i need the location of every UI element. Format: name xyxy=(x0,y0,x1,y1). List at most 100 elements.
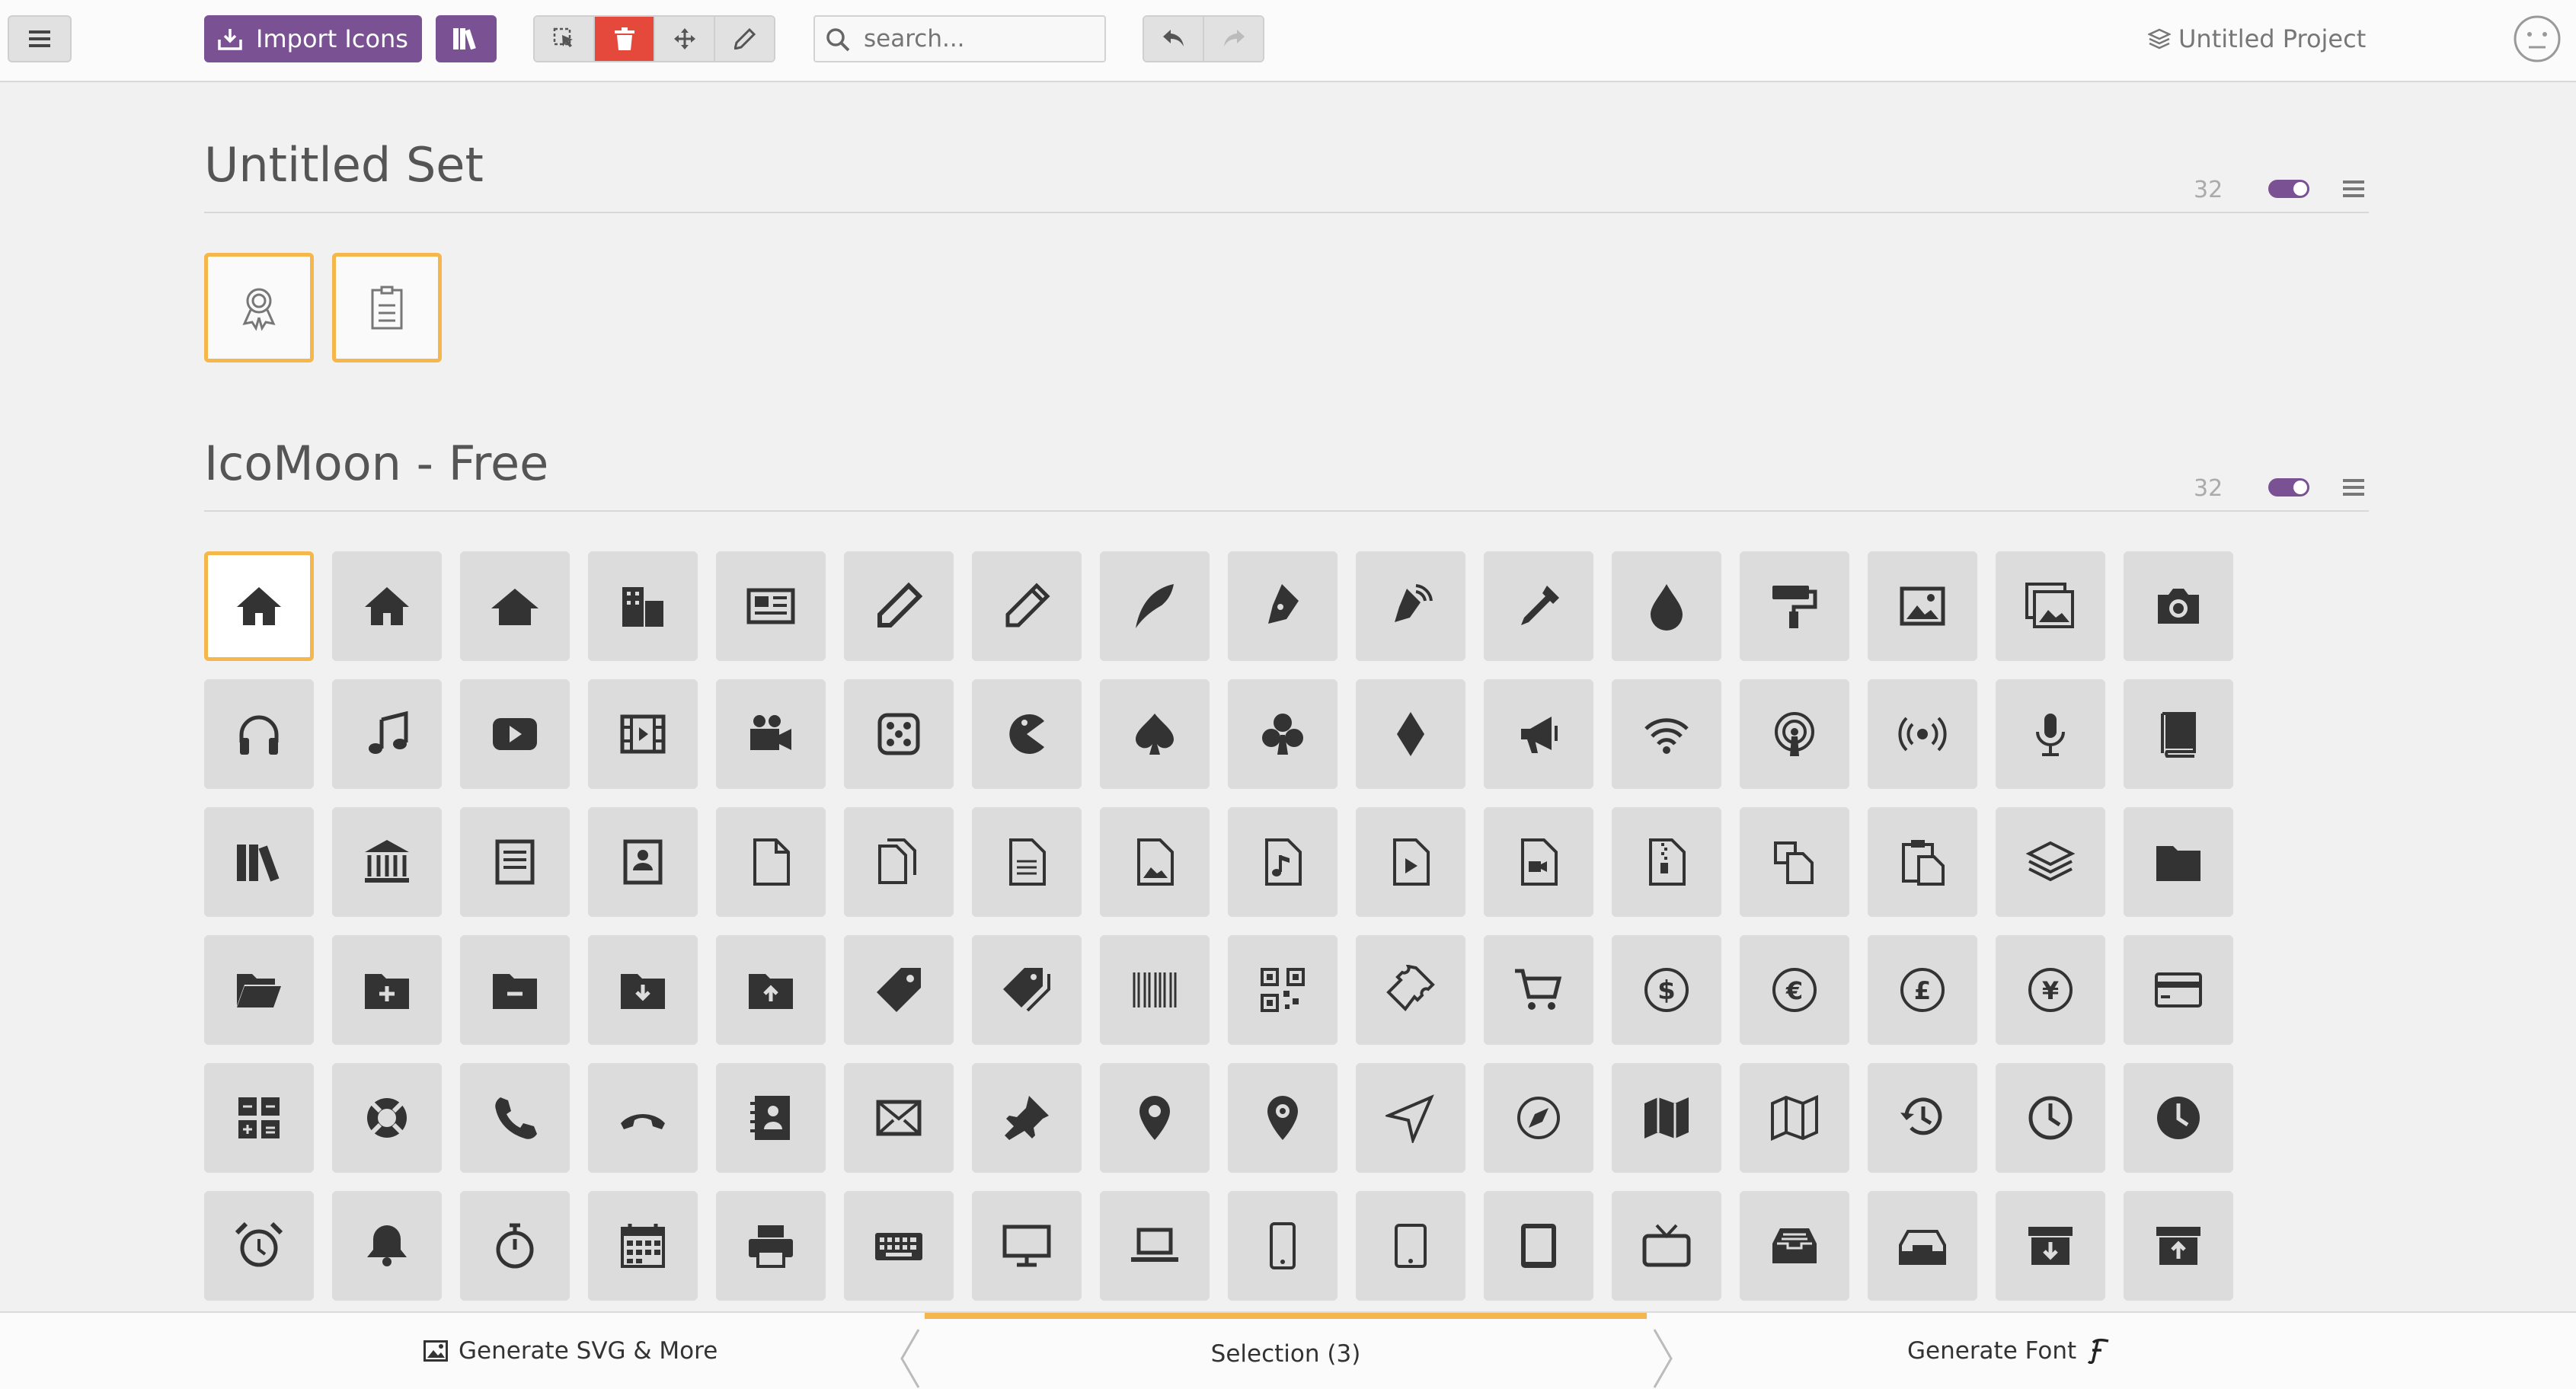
icon-cell[interactable] xyxy=(332,679,442,789)
move-tool-button[interactable] xyxy=(655,17,715,61)
icon-cell[interactable] xyxy=(1868,1191,1977,1301)
icon-cell[interactable] xyxy=(1228,1191,1338,1301)
icon-cell[interactable] xyxy=(972,807,1082,917)
icon-cell[interactable] xyxy=(1484,1063,1593,1173)
icon-cell[interactable] xyxy=(1740,1063,1849,1173)
icon-cell[interactable] xyxy=(204,1063,314,1173)
icon-cell[interactable] xyxy=(1996,807,2105,917)
icon-cell[interactable] xyxy=(460,807,570,917)
icon-cell[interactable] xyxy=(460,1191,570,1301)
project-switcher[interactable]: Untitled Project xyxy=(2148,20,2366,58)
icon-cell[interactable] xyxy=(1356,807,1465,917)
icon-cell[interactable] xyxy=(1868,807,1977,917)
icon-cell[interactable] xyxy=(332,935,442,1045)
icon-cell[interactable] xyxy=(332,1063,442,1173)
icon-cell[interactable] xyxy=(332,551,442,661)
icon-cell[interactable] xyxy=(972,551,1082,661)
icon-cell[interactable] xyxy=(2124,679,2233,789)
icon-cell[interactable] xyxy=(844,935,954,1045)
icon-cell[interactable] xyxy=(972,935,1082,1045)
icon-cell[interactable] xyxy=(972,679,1082,789)
generate-svg-button[interactable]: Generate SVG & More xyxy=(423,1330,718,1372)
icon-cell[interactable] xyxy=(204,807,314,917)
icon-cell[interactable] xyxy=(1612,1191,1721,1301)
icon-cell[interactable] xyxy=(1740,551,1849,661)
icon-cell[interactable] xyxy=(588,1191,698,1301)
search-input[interactable] xyxy=(862,24,1094,53)
icon-cell[interactable] xyxy=(844,551,954,661)
icon-cell[interactable] xyxy=(1356,679,1465,789)
set-visibility-toggle[interactable] xyxy=(2268,478,2309,497)
selection-tab[interactable]: Selection (3) xyxy=(925,1313,1647,1389)
icon-cell[interactable] xyxy=(1356,1191,1465,1301)
icon-cell[interactable] xyxy=(1484,935,1593,1045)
icon-cell[interactable] xyxy=(332,253,442,362)
icon-cell[interactable] xyxy=(332,807,442,917)
icon-cell[interactable] xyxy=(1484,679,1593,789)
icon-cell[interactable] xyxy=(716,1063,826,1173)
icon-cell[interactable] xyxy=(588,679,698,789)
set-menu-icon[interactable] xyxy=(2343,478,2364,497)
icon-cell[interactable] xyxy=(1228,551,1338,661)
import-icons-button[interactable]: Import Icons xyxy=(204,15,422,62)
icon-cell[interactable] xyxy=(1228,807,1338,917)
icon-cell[interactable] xyxy=(460,935,570,1045)
icon-cell[interactable] xyxy=(1740,1191,1849,1301)
icon-cell[interactable] xyxy=(1996,1063,2105,1173)
icon-cell[interactable] xyxy=(844,679,954,789)
set-visibility-toggle[interactable] xyxy=(2268,180,2309,198)
icon-cell[interactable] xyxy=(1484,807,1593,917)
icon-cell[interactable] xyxy=(716,551,826,661)
icon-cell[interactable] xyxy=(972,1191,1082,1301)
icon-cell[interactable]: £ xyxy=(1868,935,1977,1045)
icon-cell[interactable] xyxy=(1612,1063,1721,1173)
icon-cell[interactable] xyxy=(716,935,826,1045)
icon-cell[interactable] xyxy=(1612,679,1721,789)
undo-button[interactable] xyxy=(1144,17,1204,61)
delete-tool-button[interactable] xyxy=(595,17,655,61)
icon-cell[interactable] xyxy=(844,1063,954,1173)
icon-cell[interactable] xyxy=(1612,551,1721,661)
icon-cell[interactable] xyxy=(1228,1063,1338,1173)
icon-cell[interactable] xyxy=(588,807,698,917)
icon-cell[interactable] xyxy=(2124,935,2233,1045)
icon-cell[interactable] xyxy=(1612,807,1721,917)
icon-cell[interactable] xyxy=(716,807,826,917)
main-menu-button[interactable] xyxy=(8,15,72,62)
icon-cell[interactable] xyxy=(2124,551,2233,661)
icon-cell[interactable] xyxy=(204,551,314,661)
icon-cell[interactable] xyxy=(972,1063,1082,1173)
icon-cell[interactable] xyxy=(844,807,954,917)
icon-cell[interactable] xyxy=(1356,551,1465,661)
icon-cell[interactable] xyxy=(588,935,698,1045)
icon-cell[interactable] xyxy=(1100,807,1210,917)
icon-cell[interactable] xyxy=(716,679,826,789)
icon-cell[interactable] xyxy=(1356,935,1465,1045)
user-avatar-icon[interactable] xyxy=(2512,14,2562,64)
set-menu-icon[interactable] xyxy=(2343,180,2364,198)
search-box[interactable] xyxy=(813,15,1106,62)
icon-cell[interactable] xyxy=(204,1191,314,1301)
icon-cell[interactable] xyxy=(1996,551,2105,661)
icon-cell[interactable] xyxy=(2124,807,2233,917)
icon-cell[interactable] xyxy=(1100,935,1210,1045)
icon-cell[interactable] xyxy=(332,1191,442,1301)
icon-library-button[interactable] xyxy=(436,15,497,62)
icon-cell[interactable] xyxy=(1740,807,1849,917)
icon-cell[interactable] xyxy=(1996,1191,2105,1301)
icon-cell[interactable] xyxy=(2124,1063,2233,1173)
icon-cell[interactable] xyxy=(1484,551,1593,661)
icon-cell[interactable] xyxy=(460,551,570,661)
icon-cell[interactable] xyxy=(844,1191,954,1301)
icon-cell[interactable] xyxy=(2124,1191,2233,1301)
icon-cell[interactable] xyxy=(460,679,570,789)
icon-cell[interactable]: € xyxy=(1740,935,1849,1045)
icon-cell[interactable] xyxy=(1996,679,2105,789)
icon-cell[interactable] xyxy=(460,1063,570,1173)
icon-cell[interactable]: ¥ xyxy=(1996,935,2105,1045)
icon-cell[interactable] xyxy=(1100,1063,1210,1173)
icon-cell[interactable] xyxy=(1100,1191,1210,1301)
icon-cell[interactable] xyxy=(1228,679,1338,789)
icon-cell[interactable] xyxy=(1484,1191,1593,1301)
icon-cell[interactable] xyxy=(204,253,314,362)
